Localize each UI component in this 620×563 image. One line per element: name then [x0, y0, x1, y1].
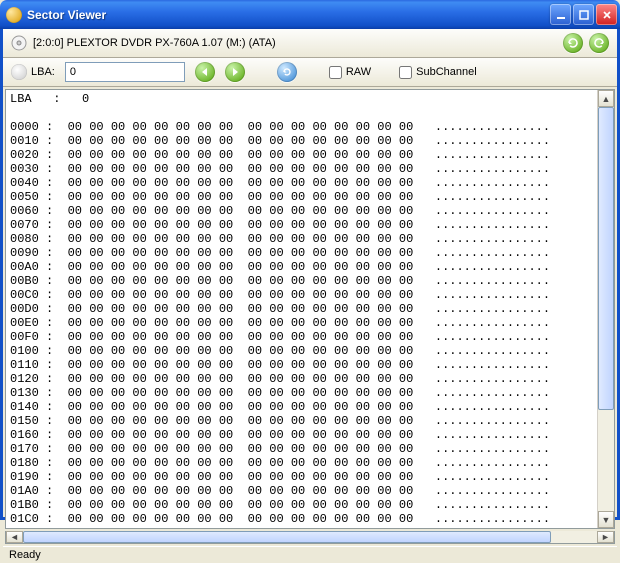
navigation-toolbar: LBA: RAW SubChannel	[3, 58, 617, 87]
close-icon	[602, 10, 612, 20]
subchannel-checkbox-group[interactable]: SubChannel	[399, 66, 477, 79]
subchannel-checkbox[interactable]	[399, 66, 412, 79]
lba-icon	[11, 64, 27, 80]
raw-label: RAW	[346, 66, 371, 78]
refresh-forward-icon	[567, 37, 579, 49]
app-icon	[6, 7, 22, 23]
minimize-icon	[556, 10, 566, 20]
window-frame: [2:0:0] PLEXTOR DVDR PX-760A 1.07 (M:) (…	[0, 29, 620, 520]
hex-view-wrap: LBA : 0 0000 : 00 00 00 00 00 00 00 00 0…	[5, 89, 615, 529]
vscroll-thumb[interactable]	[598, 107, 614, 410]
titlebar: Sector Viewer	[0, 0, 620, 29]
close-button[interactable]	[596, 4, 617, 25]
arrow-left-icon	[200, 67, 210, 77]
raw-checkbox[interactable]	[329, 66, 342, 79]
scroll-left-button[interactable]: ◄	[6, 531, 23, 543]
minimize-button[interactable]	[550, 4, 571, 25]
vscroll-track[interactable]	[598, 107, 614, 511]
hscroll-thumb[interactable]	[23, 531, 551, 543]
refresh-back-button[interactable]	[589, 33, 609, 53]
maximize-button[interactable]	[573, 4, 594, 25]
arrow-right-icon	[230, 67, 240, 77]
device-toolbar: [2:0:0] PLEXTOR DVDR PX-760A 1.07 (M:) (…	[3, 29, 617, 58]
reload-icon	[281, 66, 293, 78]
refresh-forward-button[interactable]	[563, 33, 583, 53]
vertical-scrollbar[interactable]: ▲ ▼	[597, 90, 614, 528]
hex-view[interactable]: LBA : 0 0000 : 00 00 00 00 00 00 00 00 0…	[6, 90, 597, 528]
statusbar: Ready	[3, 546, 617, 563]
reload-button[interactable]	[277, 62, 297, 82]
lba-group: LBA:	[11, 64, 55, 80]
scroll-right-button[interactable]: ►	[597, 531, 614, 543]
prev-sector-button[interactable]	[195, 62, 215, 82]
device-label: [2:0:0] PLEXTOR DVDR PX-760A 1.07 (M:) (…	[33, 37, 276, 49]
refresh-back-icon	[593, 37, 605, 49]
disc-icon	[11, 35, 27, 51]
horizontal-scrollbar[interactable]: ◄ ►	[5, 531, 615, 544]
lba-input[interactable]	[65, 62, 185, 82]
hscroll-track[interactable]	[23, 531, 597, 543]
window-title: Sector Viewer	[27, 8, 548, 22]
raw-checkbox-group[interactable]: RAW	[329, 66, 371, 79]
scroll-up-button[interactable]: ▲	[598, 90, 614, 107]
status-text: Ready	[9, 549, 41, 561]
subchannel-label: SubChannel	[416, 66, 477, 78]
lba-label-text: LBA:	[31, 66, 55, 78]
next-sector-button[interactable]	[225, 62, 245, 82]
maximize-icon	[579, 10, 589, 20]
